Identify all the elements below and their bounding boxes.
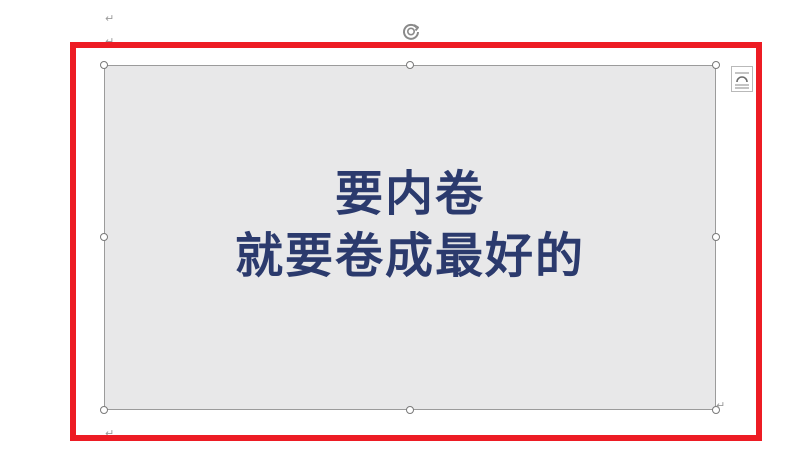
rotate-handle-icon[interactable]: [400, 20, 422, 42]
layout-options-icon[interactable]: [731, 66, 753, 92]
paragraph-mark: ↵: [105, 12, 115, 25]
document-page: ↵ ↵ ↵ 要内卷 就要卷成最好的 ↵: [0, 0, 800, 450]
resize-handle-left[interactable]: [100, 233, 108, 241]
resize-handle-right[interactable]: [712, 233, 720, 241]
resize-handle-top-left[interactable]: [100, 61, 108, 69]
resize-handle-top-right[interactable]: [712, 61, 720, 69]
resize-handle-bottom[interactable]: [406, 406, 414, 414]
paragraph-mark: ↵: [716, 399, 726, 412]
resize-handle-top[interactable]: [406, 61, 414, 69]
resize-handle-bottom-left[interactable]: [100, 406, 108, 414]
red-highlight-frame: [70, 42, 762, 441]
